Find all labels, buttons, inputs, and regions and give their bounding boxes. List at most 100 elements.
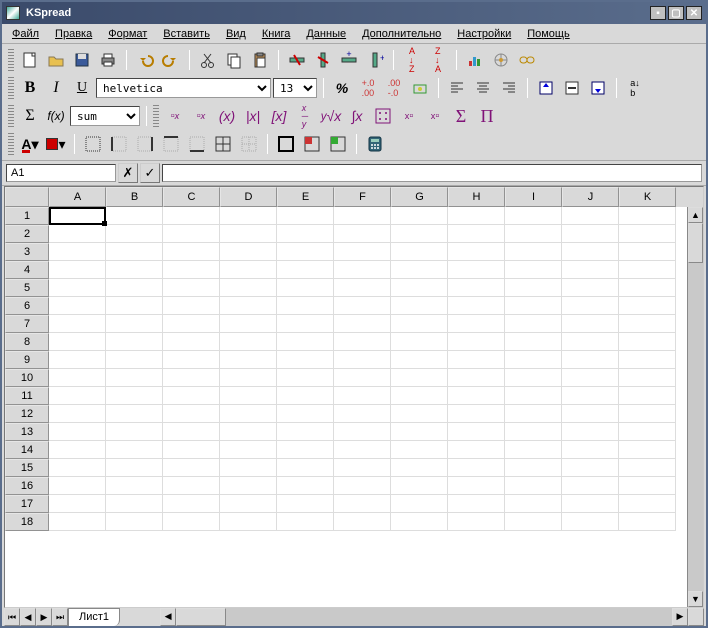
cell[interactable] <box>106 405 163 423</box>
valign-middle-button[interactable] <box>560 76 584 100</box>
italic-button[interactable]: I <box>44 76 68 100</box>
row-header[interactable]: 10 <box>5 369 49 387</box>
accept-edit-button[interactable]: ✓ <box>140 163 160 183</box>
cell[interactable] <box>505 333 562 351</box>
cell[interactable] <box>619 297 676 315</box>
increase-precision-button[interactable]: +.0.00 <box>356 76 380 100</box>
cell[interactable] <box>277 243 334 261</box>
row-header[interactable]: 7 <box>5 315 49 333</box>
cell[interactable] <box>505 279 562 297</box>
cell[interactable] <box>391 477 448 495</box>
cell[interactable] <box>49 423 106 441</box>
row-header[interactable]: 8 <box>5 333 49 351</box>
cell[interactable] <box>334 423 391 441</box>
cell[interactable] <box>562 243 619 261</box>
cell[interactable] <box>106 225 163 243</box>
undo-button[interactable] <box>133 48 157 72</box>
cell[interactable] <box>49 207 106 225</box>
cell[interactable] <box>334 297 391 315</box>
copy-button[interactable] <box>222 48 246 72</box>
cell[interactable] <box>334 351 391 369</box>
cell[interactable] <box>277 207 334 225</box>
first-sheet-button[interactable]: ⏮ <box>4 608 20 626</box>
cell[interactable] <box>391 315 448 333</box>
nroot-button[interactable]: y√x <box>319 104 343 128</box>
row-header[interactable]: 16 <box>5 477 49 495</box>
cell[interactable] <box>619 513 676 531</box>
cell[interactable] <box>49 225 106 243</box>
bg-color-button[interactable]: ▾ <box>44 132 68 156</box>
cell[interactable] <box>277 459 334 477</box>
cell[interactable] <box>391 333 448 351</box>
cell[interactable] <box>619 459 676 477</box>
menu-help[interactable]: Помощь <box>521 26 576 42</box>
text-direction-button[interactable]: a↓b <box>623 76 647 100</box>
cell[interactable] <box>619 405 676 423</box>
cell[interactable] <box>334 405 391 423</box>
cell[interactable] <box>220 423 277 441</box>
align-right-button[interactable] <box>497 76 521 100</box>
cell[interactable] <box>619 441 676 459</box>
menu-file[interactable]: Файл <box>6 26 45 42</box>
cell[interactable] <box>106 459 163 477</box>
cell[interactable] <box>391 495 448 513</box>
redo-button[interactable] <box>159 48 183 72</box>
cell[interactable] <box>106 261 163 279</box>
calculator-button[interactable] <box>363 132 387 156</box>
cell[interactable] <box>562 495 619 513</box>
cell[interactable] <box>448 423 505 441</box>
abs-button[interactable]: |x| <box>241 104 265 128</box>
cell[interactable] <box>49 315 106 333</box>
cell[interactable] <box>619 225 676 243</box>
cell[interactable] <box>277 297 334 315</box>
cell[interactable] <box>49 405 106 423</box>
cell[interactable] <box>106 315 163 333</box>
cell[interactable] <box>391 225 448 243</box>
cell[interactable] <box>106 297 163 315</box>
cell[interactable] <box>619 423 676 441</box>
cell[interactable] <box>562 459 619 477</box>
cell[interactable] <box>448 369 505 387</box>
cell[interactable] <box>448 387 505 405</box>
cell[interactable] <box>505 351 562 369</box>
cell[interactable] <box>163 495 220 513</box>
cell[interactable] <box>106 513 163 531</box>
cell[interactable] <box>448 495 505 513</box>
cell[interactable] <box>562 423 619 441</box>
cell[interactable] <box>334 513 391 531</box>
row-header[interactable]: 3 <box>5 243 49 261</box>
cell[interactable] <box>391 369 448 387</box>
cell[interactable] <box>163 441 220 459</box>
font-family-combo[interactable]: helvetica <box>96 78 271 98</box>
column-header[interactable]: F <box>334 187 391 207</box>
cell[interactable] <box>334 459 391 477</box>
column-header[interactable]: H <box>448 187 505 207</box>
menu-data[interactable]: Данные <box>300 26 352 42</box>
cell[interactable] <box>220 279 277 297</box>
object-button[interactable] <box>489 48 513 72</box>
sheet-tab[interactable]: Лист1 <box>68 608 120 626</box>
cell[interactable] <box>619 207 676 225</box>
cell-reference-input[interactable] <box>6 164 116 182</box>
scroll-down-button[interactable]: ▼ <box>688 591 703 607</box>
currency-button[interactable] <box>408 76 432 100</box>
cell[interactable] <box>277 477 334 495</box>
cell[interactable] <box>619 261 676 279</box>
resize-grip[interactable] <box>688 608 704 626</box>
cell[interactable] <box>49 477 106 495</box>
cell[interactable] <box>220 261 277 279</box>
cell[interactable] <box>220 369 277 387</box>
horizontal-scrollbar[interactable]: ◀ ▶ <box>160 608 688 626</box>
cell[interactable] <box>277 225 334 243</box>
cell[interactable] <box>277 441 334 459</box>
percent-button[interactable]: % <box>330 76 354 100</box>
cell[interactable] <box>391 261 448 279</box>
border-all-button[interactable] <box>211 132 235 156</box>
border-outline-button[interactable] <box>81 132 105 156</box>
underline-button[interactable]: U <box>70 76 94 100</box>
cell[interactable] <box>505 459 562 477</box>
row-header[interactable]: 14 <box>5 441 49 459</box>
cell[interactable] <box>391 279 448 297</box>
cell[interactable] <box>505 315 562 333</box>
border-box-button[interactable] <box>274 132 298 156</box>
